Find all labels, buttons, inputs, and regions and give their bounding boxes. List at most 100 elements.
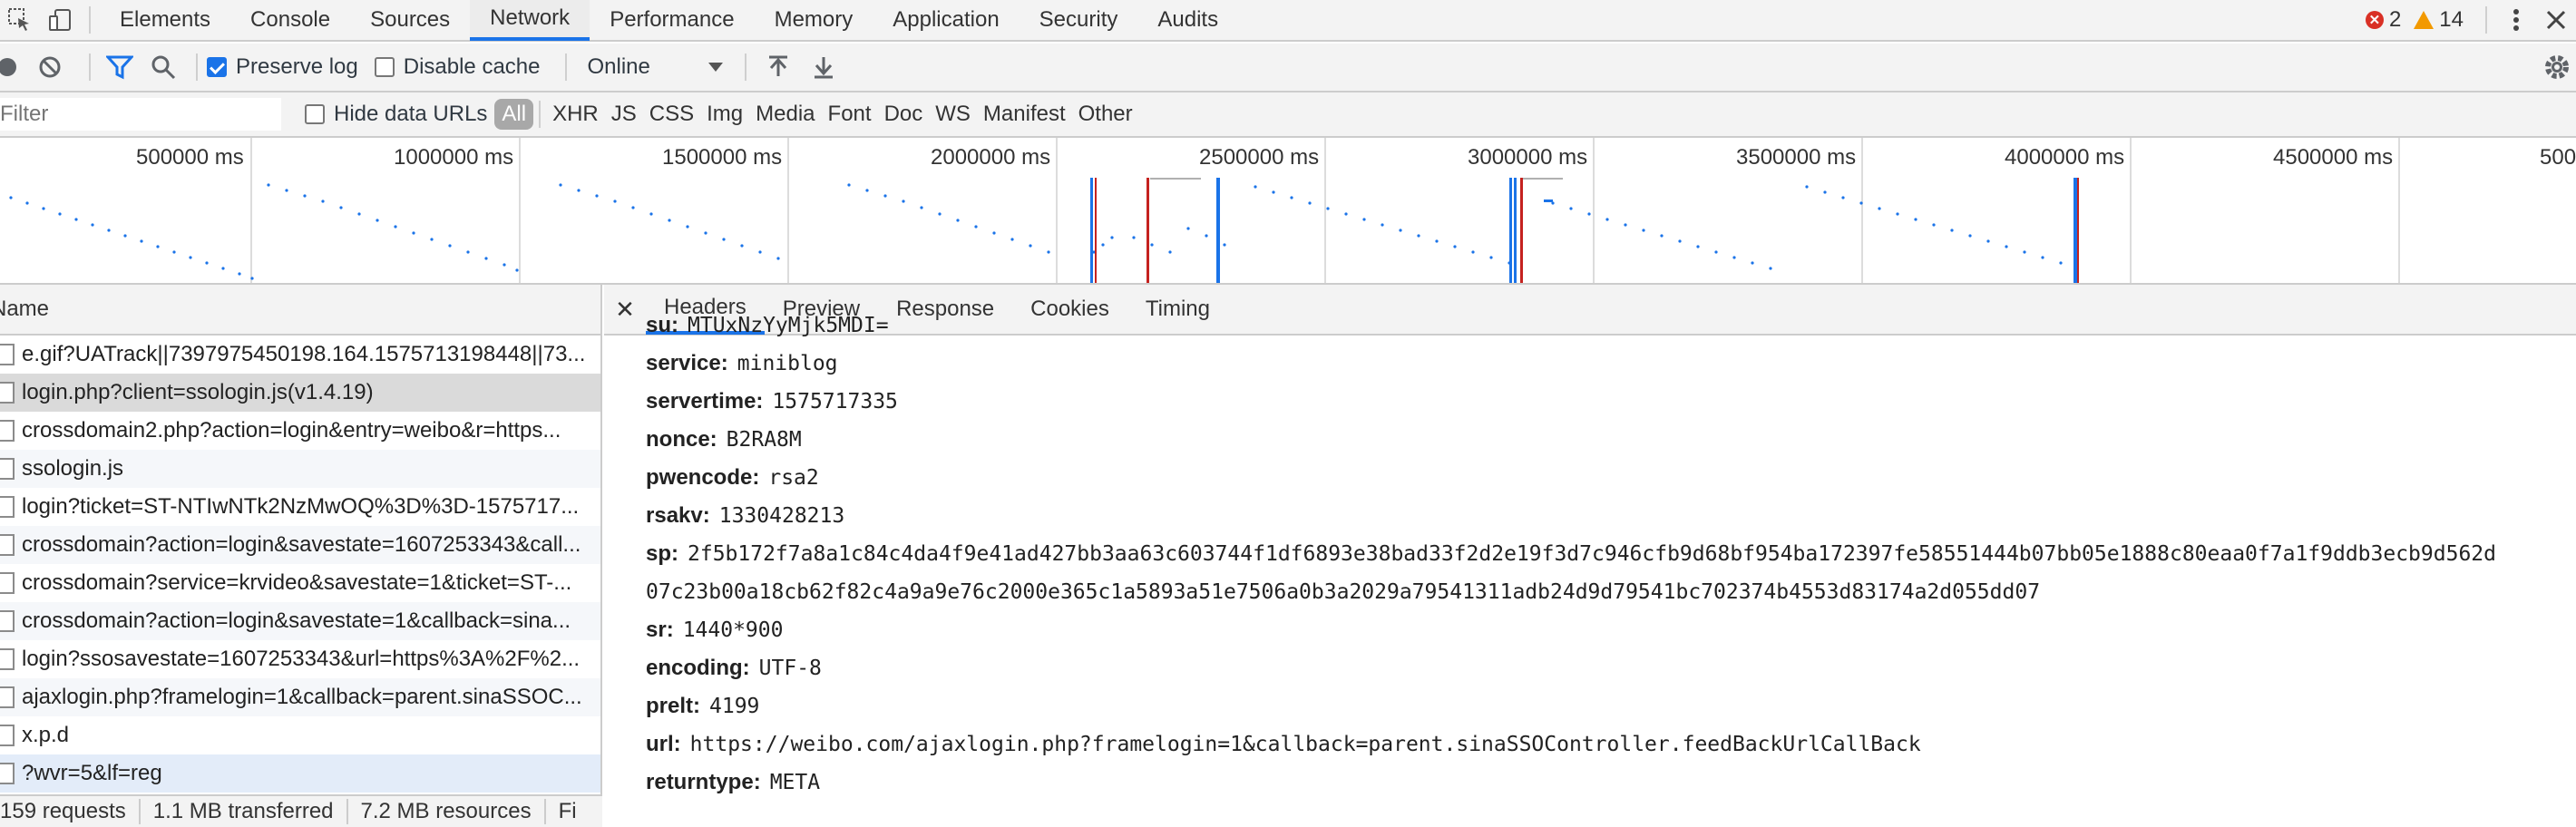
file-icon [0,534,15,556]
param-row: service: miniblog [646,345,2576,383]
request-row[interactable]: login?ticket=ST-NTIwNTk2NzMwOQ%3D%3D-157… [0,488,600,526]
request-row[interactable]: login.php?client=ssologin.js(v1.4.19) [0,374,600,412]
param-key: rsakv: [646,503,710,528]
param-row: prelt: 4199 [646,687,2576,725]
throttling-select[interactable]: Online [587,54,724,80]
request-name: ?wvr=5&lf=reg [22,761,162,785]
tab-security[interactable]: Security [1020,0,1138,40]
dot-trace [1805,185,2063,265]
tab-memory[interactable]: Memory [755,0,873,40]
throttling-value: Online [587,54,650,79]
param-value: META [769,771,821,794]
param-row-continuation: 07c23b00a18cb62f82c4a9a9e76c2000e365c1a5… [646,573,2576,611]
type-filter-all[interactable]: All [494,99,534,130]
error-badge[interactable]: ✕ 2 [2365,7,2402,33]
param-value: 4199 [709,695,760,718]
filter-icon[interactable] [100,43,140,92]
request-name: crossdomain?action=login&savestate=16072… [22,532,581,557]
file-icon [0,458,15,480]
checkbox-box[interactable] [374,57,395,77]
more-options-icon[interactable] [2496,0,2536,40]
type-filter-doc[interactable]: Doc [878,99,930,130]
type-filter-font[interactable]: Font [822,99,878,130]
type-filter-css[interactable]: CSS [643,99,700,130]
request-row[interactable]: crossdomain?action=login&savestate=16072… [0,526,600,564]
clear-icon[interactable] [20,43,80,92]
load-marker [1147,178,1149,283]
disable-cache-checkbox[interactable]: Disable cache [374,54,540,80]
warning-badge[interactable]: 14 [2414,7,2464,33]
param-value: MTUxNzYyMjk5MDI= [688,314,889,337]
settings-gear-icon[interactable] [2538,43,2576,92]
inspect-element-icon[interactable] [0,0,40,40]
request-row[interactable]: crossdomain?service=krvideo&savestate=1&… [0,564,600,602]
record-icon[interactable] [0,43,20,92]
import-har-icon[interactable] [756,43,801,92]
tab-sources[interactable]: Sources [350,0,470,40]
param-row: encoding: UTF-8 [646,649,2576,687]
checkbox-box[interactable] [207,57,227,77]
separator [565,54,568,81]
tab-elements[interactable]: Elements [100,0,230,40]
error-count: 2 [2388,7,2402,32]
type-filter-ws[interactable]: WS [929,99,977,130]
param-value: 1330428213 [718,504,845,528]
request-row[interactable]: ajaxlogin.php?framelogin=1&callback=pare… [0,678,600,716]
type-filter-img[interactable]: Img [700,99,749,130]
type-filter-js[interactable]: JS [605,99,643,130]
checkbox-box[interactable] [305,104,325,124]
request-bar [1544,199,1553,202]
param-value: rsa2 [768,466,819,490]
param-row: pwencode: rsa2 [646,459,2576,497]
warning-count: 14 [2439,7,2464,32]
request-name: login?ssosavestate=1607253343&url=https%… [22,647,581,671]
search-icon[interactable] [140,43,187,92]
type-filter-other[interactable]: Other [1072,99,1139,130]
file-icon [0,725,15,746]
dot-trace [847,183,1050,254]
export-har-icon[interactable] [801,43,846,92]
hide-data-urls-checkbox[interactable]: Hide data URLs [305,102,487,127]
close-devtools-icon[interactable] [2536,0,2576,40]
type-filter-manifest[interactable]: Manifest [977,99,1072,130]
overview-request-dots [9,183,2063,280]
file-icon [0,496,15,518]
preserve-log-checkbox[interactable]: Preserve log [207,54,358,80]
request-name: ajaxlogin.php?framelogin=1&callback=pare… [22,685,582,709]
filter-input[interactable] [0,98,281,131]
request-details-panel: ✕ Headers Preview Response Cookies Timin… [604,285,2576,827]
request-bar [1523,178,1563,180]
request-row[interactable]: e.gif?UATrack||7397975450198.164.1575713… [0,336,600,374]
request-row[interactable]: crossdomain?action=login&savestate=1&cal… [0,602,600,640]
dot-trace [9,196,254,280]
request-name: ssologin.js [22,456,124,481]
dot-trace [1092,227,1226,254]
param-value: 2f5b172f7a8a1c84c4da4f9e41ad427bb3aa63c6… [688,542,2496,566]
request-row[interactable]: login?ssosavestate=1607253343&url=https%… [0,640,600,678]
request-row[interactable]: crossdomain2.php?action=login&entry=weib… [0,412,600,450]
device-toolbar-icon[interactable] [40,0,80,40]
network-overview-timeline[interactable]: 500000 ms 1000000 ms 1500000 ms 2000000 … [0,138,2576,285]
tab-network[interactable]: Network [470,0,590,41]
request-count: 159 requests [0,799,141,824]
request-row[interactable]: ?wvr=5&lf=reg [0,754,600,793]
transferred-size: 1.1 MB transferred [141,799,348,824]
filter-bar: Hide data URLs All XHR JS CSS Img Media … [0,92,2576,138]
tab-audits[interactable]: Audits [1137,0,1238,40]
tab-console[interactable]: Console [230,0,350,40]
name-column-header[interactable]: Name [0,285,600,336]
network-toolbar: Preserve log Disable cache Online [0,44,2576,92]
param-value: UTF-8 [758,657,822,680]
file-icon [0,686,15,708]
type-filter-media[interactable]: Media [749,99,821,130]
chevron-down-icon [708,63,724,72]
file-icon [0,344,15,365]
close-details-icon[interactable]: ✕ [604,285,646,334]
finish-time: Fi [558,799,577,823]
type-filter-xhr[interactable]: XHR [546,99,605,130]
param-key: url: [646,732,681,756]
tab-application[interactable]: Application [873,0,1019,40]
tab-performance[interactable]: Performance [590,0,754,40]
request-row[interactable]: ssologin.js [0,450,600,488]
request-row[interactable]: x.p.d [0,716,600,754]
